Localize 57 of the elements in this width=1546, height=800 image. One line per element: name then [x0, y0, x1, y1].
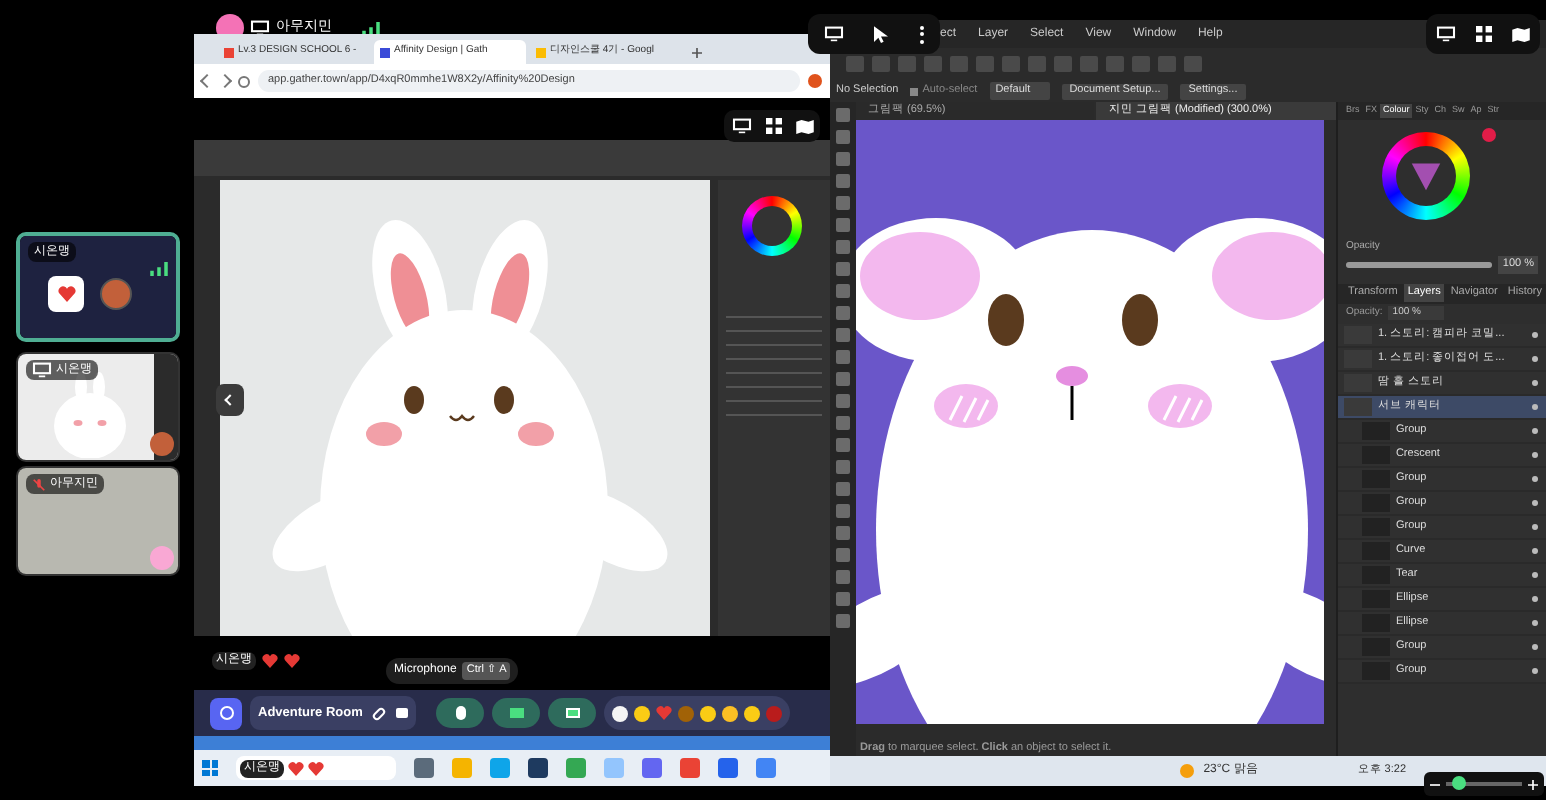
- visibility-icon[interactable]: [1532, 547, 1538, 553]
- more-icon[interactable]: [920, 25, 925, 43]
- camera-icon: [509, 708, 524, 718]
- layer-thumbnail: [1361, 421, 1390, 439]
- heart-icon: [656, 706, 673, 720]
- layer-thumbnail: [1343, 397, 1372, 415]
- screen-share-icon: [565, 708, 580, 718]
- monitor-icon[interactable]: [823, 26, 844, 42]
- signal-icon: [150, 262, 168, 276]
- signal-icon: [362, 22, 380, 36]
- visibility-icon[interactable]: [1532, 571, 1538, 577]
- reload-icon[interactable]: [238, 75, 250, 87]
- visibility-icon[interactable]: [1532, 667, 1538, 673]
- logo-icon[interactable]: [210, 697, 242, 729]
- visibility-icon[interactable]: [1532, 523, 1538, 529]
- map-icon[interactable]: [1512, 27, 1530, 41]
- colour-swatch: [1481, 128, 1496, 142]
- monitor-icon[interactable]: [731, 118, 751, 134]
- link-icon[interactable]: [371, 705, 388, 721]
- visibility-icon[interactable]: [1532, 619, 1538, 625]
- cursor-icon[interactable]: [874, 25, 889, 43]
- new-tab-button[interactable]: [692, 48, 702, 58]
- visibility-icon[interactable]: [1532, 475, 1538, 481]
- profile-avatar[interactable]: [808, 74, 822, 88]
- visibility-icon[interactable]: [1532, 451, 1538, 457]
- visibility-icon[interactable]: [1532, 379, 1538, 385]
- monitor-icon: [32, 362, 52, 378]
- weather-icon: [1179, 764, 1194, 778]
- lock-icon[interactable]: [396, 708, 409, 718]
- visibility-icon[interactable]: [1532, 499, 1538, 505]
- visibility-icon[interactable]: [1532, 355, 1538, 361]
- windows-icon[interactable]: [202, 760, 218, 776]
- map-icon[interactable]: [795, 119, 813, 133]
- slider-thumb[interactable]: [1451, 776, 1466, 790]
- visibility-icon[interactable]: [1532, 643, 1538, 649]
- visibility-icon[interactable]: [1532, 403, 1538, 409]
- visibility-icon[interactable]: [1532, 595, 1538, 601]
- screen-share-button[interactable]: [548, 698, 597, 728]
- colour-wheel[interactable]: [1381, 132, 1470, 220]
- zoom-in-button[interactable]: [1528, 779, 1538, 789]
- grid-icon[interactable]: [765, 118, 781, 134]
- colour-wheel: [742, 196, 802, 256]
- previous-button[interactable]: [216, 384, 244, 416]
- tab-favicon: [536, 47, 546, 57]
- scroll-bar[interactable]: [1323, 120, 1336, 724]
- visibility-icon[interactable]: [1532, 331, 1538, 337]
- tab-favicon: [380, 47, 390, 57]
- zoom-out-button[interactable]: [1430, 779, 1440, 789]
- microphone-button[interactable]: [436, 698, 485, 728]
- monitor-icon: [250, 20, 270, 36]
- opacity-slider[interactable]: [1345, 262, 1493, 268]
- visibility-icon[interactable]: [1532, 427, 1538, 433]
- chevron-icon: [224, 394, 236, 406]
- monitor-icon[interactable]: [1436, 26, 1456, 42]
- tab-favicon: [224, 47, 234, 57]
- grid-icon[interactable]: [1476, 26, 1492, 42]
- camera-button[interactable]: [492, 698, 541, 728]
